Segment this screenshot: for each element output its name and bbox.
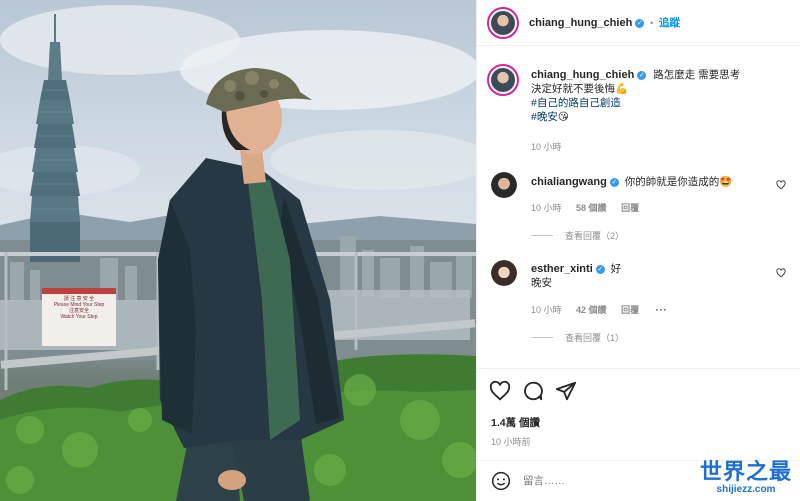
view-replies-button[interactable]: 查看回覆（1） xyxy=(531,331,624,344)
reply-button[interactable]: 回覆 xyxy=(621,305,639,315)
star-struck-emoji: 🤩 xyxy=(719,176,733,188)
comment-likes-count[interactable]: 58 個讚 xyxy=(576,203,607,213)
kiss-face-emoji: 😘 xyxy=(557,111,569,123)
watermark-title: 世界之最 xyxy=(699,460,792,485)
like-comment-heart-icon[interactable] xyxy=(776,180,786,190)
author-avatar[interactable] xyxy=(487,7,519,39)
comment-likes-count[interactable]: 42 個讚 xyxy=(576,305,607,315)
header-separator: • xyxy=(650,18,654,28)
hashtag-link[interactable]: #晚安 xyxy=(531,111,558,123)
caption-line-1: 路怎麼走 需要思考 xyxy=(653,69,741,81)
divider-line xyxy=(531,235,553,236)
like-heart-icon[interactable] xyxy=(489,380,511,402)
comment-timestamp[interactable]: 10 小時 xyxy=(531,203,562,213)
divider-line xyxy=(531,337,553,338)
commenter-avatar[interactable] xyxy=(491,172,517,198)
hashtag-link[interactable]: #自己的路自己創造 xyxy=(531,97,621,109)
verified-badge-icon: ✓ xyxy=(637,71,647,80)
likes-count[interactable]: 1.4萬 個讚 xyxy=(491,415,540,430)
post-panel: chiang_hung_chieh ✓ • 追蹤 chiang_hung_chie… xyxy=(476,0,800,501)
sign-line: Watch Your Step xyxy=(60,314,98,320)
caption-line-2: 決定好就不要後悔 xyxy=(531,83,615,95)
post-timestamp[interactable]: 10 小時前 xyxy=(491,435,531,448)
view-replies-label: 查看回覆（1） xyxy=(565,333,625,343)
view-replies-label: 查看回覆（2） xyxy=(565,231,625,241)
author-username[interactable]: chiang_hung_chieh xyxy=(529,17,632,29)
view-replies-button[interactable]: 查看回覆（2） xyxy=(531,229,624,242)
commenter-username[interactable]: chialiangwang xyxy=(531,176,607,188)
photo-scene xyxy=(0,5,476,501)
commenter-avatar[interactable] xyxy=(491,260,517,286)
post-photo[interactable]: 請 注 意 安 全 Please Mind Your Step 注意安全 Wat… xyxy=(0,0,476,501)
like-comment-heart-icon[interactable] xyxy=(776,268,786,278)
caption-username[interactable]: chiang_hung_chieh xyxy=(531,69,634,81)
verified-badge-icon: ✓ xyxy=(635,19,645,28)
verified-badge-icon: ✓ xyxy=(609,178,619,187)
caption-timestamp[interactable]: 10 小時 xyxy=(531,140,562,153)
actions-bar: 1.4萬 個讚 10 小時前 xyxy=(477,368,800,452)
flexed-arm-emoji: 💪 xyxy=(615,83,629,95)
follow-button[interactable]: 追蹤 xyxy=(659,17,680,29)
safety-sign: 請 注 意 安 全 Please Mind Your Step 注意安全 Wat… xyxy=(44,296,114,320)
comment-input[interactable] xyxy=(523,471,673,491)
comment-timestamp[interactable]: 10 小時 xyxy=(531,305,562,315)
emoji-smiley-icon[interactable] xyxy=(491,471,511,491)
site-watermark: 世界之最 shijiezz.com xyxy=(692,454,800,501)
comment-text: 你的帥就是你造成的 xyxy=(624,176,720,188)
comment-bubble-icon[interactable] xyxy=(522,380,544,402)
verified-badge-icon: ✓ xyxy=(595,265,605,274)
commenter-username[interactable]: esther_xinti xyxy=(531,263,593,275)
share-paper-plane-icon[interactable] xyxy=(555,380,577,402)
comment-text-line-2: 晚安 xyxy=(531,277,552,289)
more-options-icon[interactable]: ··· xyxy=(656,305,668,315)
post-header: chiang_hung_chieh ✓ • 追蹤 xyxy=(477,0,800,46)
comment-text: 好 xyxy=(610,263,622,275)
reply-button[interactable]: 回覆 xyxy=(621,203,639,213)
caption-avatar[interactable] xyxy=(487,64,519,96)
